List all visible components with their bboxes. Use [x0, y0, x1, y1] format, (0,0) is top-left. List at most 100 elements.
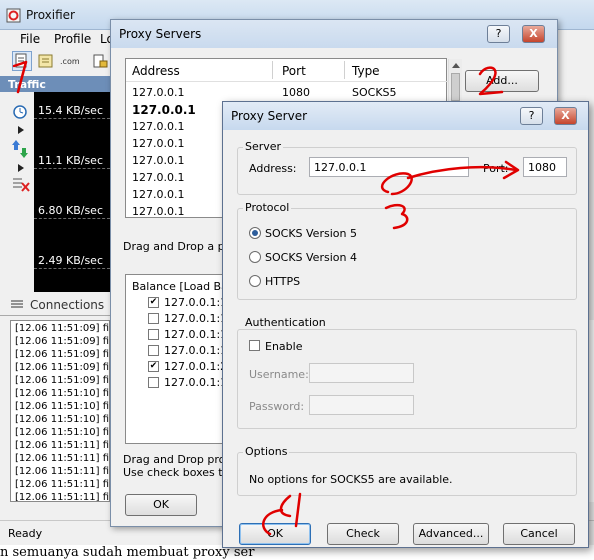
proxy-row-port[interactable]: 1080	[282, 86, 310, 99]
clear-list-icon[interactable]	[12, 176, 30, 192]
main-window-title: Proxifier	[26, 8, 75, 22]
clock-icon[interactable]	[12, 104, 28, 120]
protocol-label[interactable]: SOCKS Version 4	[265, 251, 357, 264]
proxy-row-address[interactable]: 127.0.0.1	[132, 171, 184, 184]
proxy-server-titlebar: Proxy Server ? X	[223, 102, 588, 130]
chain-item-checkbox[interactable]	[148, 329, 159, 340]
name-resolution-toolbar-button[interactable]: .com	[58, 51, 80, 71]
log-line: [12.06 11:51:11] fire	[15, 440, 110, 451]
protocol-label[interactable]: SOCKS Version 5	[265, 227, 357, 240]
lock-toolbar-button[interactable]	[90, 51, 110, 71]
help-button[interactable]: ?	[520, 107, 543, 125]
column-header-address[interactable]: Address	[126, 59, 180, 81]
close-button[interactable]: X	[522, 25, 545, 43]
options-group-label: Options	[243, 445, 290, 458]
username-label: Username:	[249, 368, 309, 381]
connections-tab-strip: Connections	[0, 294, 110, 316]
status-text: Ready	[8, 527, 43, 540]
log-line: [12.06 11:51:09] fire	[15, 375, 110, 386]
password-input[interactable]	[309, 395, 414, 415]
drag-drop-hint: Drag and Drop a pro	[123, 240, 236, 253]
traffic-side-tools	[0, 92, 34, 292]
proxy-row-address[interactable]: 127.0.0.1	[132, 205, 184, 218]
password-label: Password:	[249, 400, 305, 413]
proxy-row-address[interactable]: 127.0.0.1	[132, 86, 184, 99]
proxy-servers-toolbar-button[interactable]	[12, 51, 32, 71]
graph-gridline	[34, 268, 110, 269]
proxy-row-address[interactable]: 127.0.0.1	[132, 103, 196, 117]
column-header-type[interactable]: Type	[346, 59, 380, 81]
log-line: [12.06 11:51:09] fire	[15, 349, 110, 360]
proxy-server-dialog: Proxy Server ? X Server Address: 127.0.0…	[222, 101, 589, 548]
column-separator[interactable]	[272, 61, 273, 79]
protocol-radio[interactable]	[249, 227, 261, 239]
help-button[interactable]: ?	[487, 25, 510, 43]
authentication-group-label: Authentication	[243, 316, 328, 329]
proxy-row-address[interactable]: 127.0.0.1	[132, 154, 184, 167]
menu-profile[interactable]: Profile	[54, 32, 91, 46]
traffic-rate: 11.1 KB/sec	[38, 154, 104, 167]
log-line: [12.06 11:51:11] fire	[15, 466, 110, 477]
lock-icon	[93, 54, 108, 68]
log-line: [12.06 11:51:10] fire	[15, 401, 110, 412]
log-line: [12.06 11:51:10] fire	[15, 388, 110, 399]
graph-gridline	[34, 118, 110, 119]
rules-icon	[38, 54, 53, 68]
protocol-label[interactable]: HTTPS	[265, 275, 300, 288]
address-input[interactable]: 127.0.0.1	[309, 157, 469, 177]
traffic-rate: 2.49 KB/sec	[38, 254, 104, 267]
scroll-up-icon[interactable]	[452, 63, 460, 68]
port-label: Port:	[483, 162, 509, 175]
address-label: Address:	[249, 162, 297, 175]
cancel-button[interactable]: Cancel	[503, 523, 575, 545]
protocol-radio[interactable]	[249, 251, 261, 263]
protocol-radio[interactable]	[249, 275, 261, 287]
close-button[interactable]: X	[554, 107, 577, 125]
proxy-row-address[interactable]: 127.0.0.1	[132, 137, 184, 150]
chain-item-checkbox[interactable]	[148, 377, 159, 388]
scroll-thumb[interactable]	[451, 73, 460, 101]
chain-item-checkbox[interactable]: ✔	[148, 297, 159, 308]
svg-text:.com: .com	[60, 57, 79, 66]
proxy-row-address[interactable]: 127.0.0.1	[132, 188, 184, 201]
log-line: [12.06 11:51:09] fire	[15, 336, 110, 347]
port-input[interactable]: 1080	[523, 157, 567, 177]
header-divider	[126, 81, 448, 82]
proxy-server-ok-button[interactable]: OK	[239, 523, 311, 545]
log-line: [12.06 11:51:11] fire	[15, 453, 110, 464]
proxy-servers-titlebar: Proxy Servers ? X	[111, 20, 557, 48]
advanced-button[interactable]: Advanced...	[413, 523, 489, 545]
add-proxy-button[interactable]: Add...	[465, 70, 539, 92]
log-line: [12.06 11:51:10] fire	[15, 414, 110, 425]
up-down-arrows-icon[interactable]	[12, 140, 28, 158]
dotcom-icon: .com	[60, 57, 80, 66]
chain-item-checkbox[interactable]	[148, 313, 159, 324]
server-group-label: Server	[243, 140, 284, 153]
options-text: No options for SOCKS5 are available.	[249, 473, 453, 486]
activity-log: [12.06 11:51:09] fire [12.06 11:51:09] fi…	[10, 320, 110, 502]
traffic-rate: 15.4 KB/sec	[38, 104, 104, 117]
proxy-row-type[interactable]: SOCKS5	[352, 86, 397, 99]
enable-auth-label[interactable]: Enable	[265, 340, 302, 353]
rules-toolbar-button[interactable]	[36, 51, 56, 71]
proxifier-app-icon	[6, 8, 21, 23]
traffic-rate: 6.80 KB/sec	[38, 204, 104, 217]
column-header-port[interactable]: Port	[276, 59, 306, 81]
proxy-servers-ok-button[interactable]: OK	[125, 494, 197, 516]
menu-file[interactable]: File	[20, 32, 40, 46]
chain-item-checkbox[interactable]: ✔	[148, 361, 159, 372]
username-input[interactable]	[309, 363, 414, 383]
chain-item-checkbox[interactable]	[148, 345, 159, 356]
enable-auth-checkbox[interactable]	[249, 340, 260, 351]
protocol-group-label: Protocol	[243, 201, 292, 214]
page-caption-text: n semuanya sudah membuat proxy ser	[0, 545, 255, 560]
log-line: [12.06 11:51:11] fire	[15, 479, 110, 490]
tab-connections[interactable]: Connections	[30, 298, 104, 312]
log-line: [12.06 11:51:11] fire	[15, 492, 110, 502]
check-button[interactable]: Check	[327, 523, 399, 545]
menu-bar: File Profile Lo	[0, 30, 114, 48]
column-separator[interactable]	[344, 61, 345, 79]
log-line: [12.06 11:51:09] fire	[15, 323, 110, 334]
toolbar: .com	[0, 48, 110, 74]
proxy-row-address[interactable]: 127.0.0.1	[132, 120, 184, 133]
